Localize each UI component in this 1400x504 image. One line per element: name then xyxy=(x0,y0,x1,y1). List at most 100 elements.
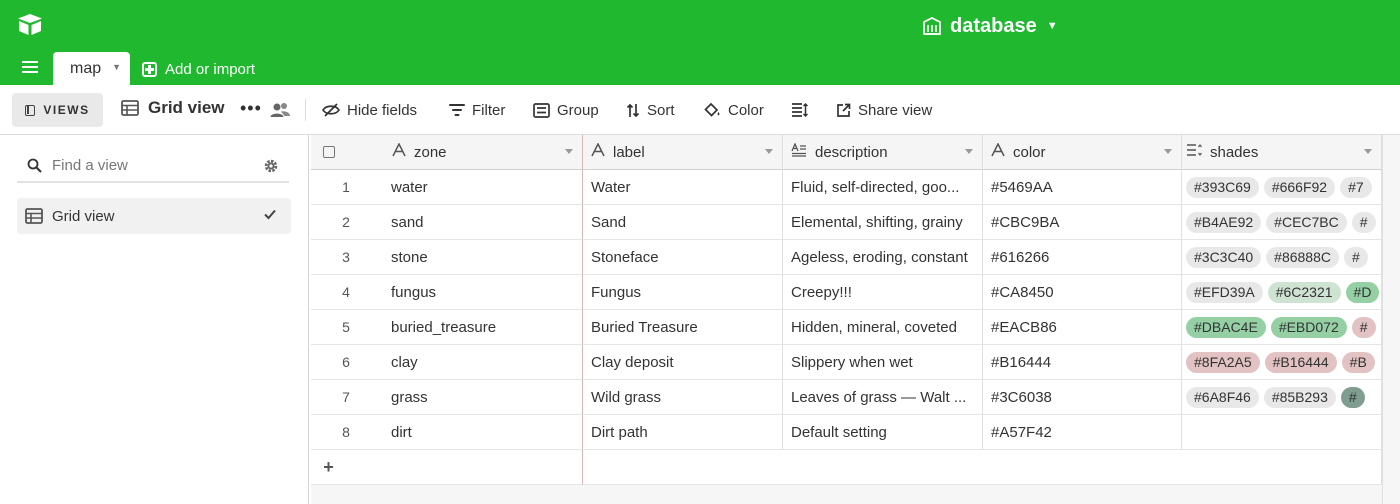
cell-label[interactable]: Dirt path xyxy=(583,415,783,450)
add-row-filler[interactable] xyxy=(583,450,1382,485)
cell-description[interactable]: Fluid, self-directed, goo... xyxy=(783,170,983,205)
cell-color[interactable]: #CA8450 xyxy=(983,275,1182,310)
cell-description[interactable]: Default setting xyxy=(783,415,983,450)
shade-tag: #CEC7BC xyxy=(1266,211,1347,233)
cell-label[interactable]: Clay deposit xyxy=(583,345,783,380)
table-row[interactable]: 8 dirt Dirt path Default setting #A57F42 xyxy=(311,415,1382,450)
add-or-import-button[interactable]: Add or import xyxy=(142,58,255,80)
row-height-button[interactable] xyxy=(791,98,808,122)
shade-tag: # xyxy=(1340,386,1365,408)
column-header-label: color xyxy=(991,142,1046,161)
chevron-down-icon[interactable] xyxy=(1364,149,1372,154)
search-icon xyxy=(27,158,42,173)
cell-description[interactable]: Slippery when wet xyxy=(783,345,983,380)
description-value: Leaves of grass — Walt ... xyxy=(791,388,967,406)
hamburger-menu-icon[interactable] xyxy=(22,60,38,74)
label-value: Wild grass xyxy=(591,388,662,406)
shade-tag: #6A8F46 xyxy=(1186,386,1259,408)
cell-zone[interactable]: 3 stone xyxy=(311,240,583,275)
chevron-down-icon[interactable] xyxy=(565,149,573,154)
current-view-name[interactable]: Grid view xyxy=(121,98,225,118)
cell-shades[interactable]: #B4AE92 #CEC7BC # xyxy=(1182,205,1382,240)
select-all-checkbox[interactable] xyxy=(323,146,335,158)
view-toolbar: VIEWS Grid view ••• Hide fields Filter G… xyxy=(0,85,1400,135)
table-row[interactable]: 2 sand Sand Elemental, shifting, grainy #CBC… xyxy=(311,205,1382,240)
chevron-down-icon[interactable] xyxy=(765,149,773,154)
cell-zone[interactable]: 2 sand xyxy=(311,205,583,240)
group-button[interactable]: Group xyxy=(533,98,599,122)
add-record-button[interactable]: + xyxy=(311,450,583,485)
cell-description[interactable]: Creepy!!! xyxy=(783,275,983,310)
cell-zone[interactable]: 6 clay xyxy=(311,345,583,380)
cell-zone[interactable]: 1 water xyxy=(311,170,583,205)
cell-description[interactable]: Leaves of grass — Walt ... xyxy=(783,380,983,415)
cell-shades[interactable]: #8FA2A5 #B16444 #B xyxy=(1182,345,1382,380)
tab-map[interactable]: map ▼ xyxy=(53,52,130,85)
cell-color[interactable]: #5469AA xyxy=(983,170,1182,205)
column-header-shades[interactable]: shades xyxy=(1182,135,1382,170)
cell-color[interactable]: #3C6038 xyxy=(983,380,1182,415)
long-text-field-icon xyxy=(791,142,807,161)
cell-shades[interactable]: #393C69 #666F92 #7 xyxy=(1182,170,1382,205)
cell-label[interactable]: Wild grass xyxy=(583,380,783,415)
color-button[interactable]: Color xyxy=(704,98,764,122)
cell-label[interactable]: Stoneface xyxy=(583,240,783,275)
column-header-description[interactable]: description xyxy=(783,135,983,170)
cell-zone[interactable]: 5 buried_treasure xyxy=(311,310,583,345)
share-view-button[interactable]: Share view xyxy=(836,98,932,122)
sort-icon xyxy=(626,103,640,117)
airtable-logo-icon[interactable] xyxy=(16,13,44,37)
cell-label[interactable]: Fungus xyxy=(583,275,783,310)
color-value: #616266 xyxy=(991,248,1050,266)
cell-description[interactable]: Ageless, eroding, constant xyxy=(783,240,983,275)
group-label: Group xyxy=(557,101,599,119)
cell-shades[interactable]: #6A8F46 #85B293 # xyxy=(1182,380,1382,415)
filter-button[interactable]: Filter xyxy=(449,98,505,122)
cell-description[interactable]: Hidden, mineral, coveted xyxy=(783,310,983,345)
row-number: 8 xyxy=(342,424,350,440)
cell-label[interactable]: Water xyxy=(583,170,783,205)
column-header-color[interactable]: color xyxy=(983,135,1182,170)
cell-label[interactable]: Sand xyxy=(583,205,783,240)
cell-color[interactable]: #A57F42 xyxy=(983,415,1182,450)
find-view-input[interactable] xyxy=(52,156,252,174)
row-height-icon xyxy=(792,102,808,118)
cell-shades[interactable]: #EFD39A #6C2321 #D xyxy=(1182,275,1382,310)
zone-value: dirt xyxy=(391,423,412,441)
cell-shades[interactable]: #DBAC4E #EBD072 # xyxy=(1182,310,1382,345)
cell-zone[interactable]: 4 fungus xyxy=(311,275,583,310)
checkmark-icon xyxy=(264,209,276,220)
base-title[interactable]: database ▼ xyxy=(922,13,1058,39)
gear-icon[interactable] xyxy=(263,158,279,174)
column-name: shades xyxy=(1210,143,1259,161)
sort-button[interactable]: Sort xyxy=(626,98,675,122)
color-value: #3C6038 xyxy=(991,388,1052,406)
collaborators-icon[interactable] xyxy=(269,100,291,120)
cell-description[interactable]: Elemental, shifting, grainy xyxy=(783,205,983,240)
table-row[interactable]: 3 stone Stoneface Ageless, eroding, constan… xyxy=(311,240,1382,275)
cell-color[interactable]: #CBC9BA xyxy=(983,205,1182,240)
chevron-down-icon[interactable] xyxy=(965,149,973,154)
table-row[interactable]: 7 grass Wild grass Leaves of grass — Walt .… xyxy=(311,380,1382,415)
cell-zone[interactable]: 8 dirt xyxy=(311,415,583,450)
hide-fields-button[interactable]: Hide fields xyxy=(322,98,417,122)
column-header-label[interactable]: label xyxy=(583,135,783,170)
table-row[interactable]: 5 buried_treasure Buried Treasure Hidden, m… xyxy=(311,310,1382,345)
chevron-down-icon[interactable]: ▼ xyxy=(112,62,121,72)
table-row[interactable]: 6 clay Clay deposit Slippery when wet #B1644… xyxy=(311,345,1382,380)
sidebar-item-grid-view[interactable]: Grid view xyxy=(17,198,291,234)
cell-color[interactable]: #616266 xyxy=(983,240,1182,275)
shade-tag: # xyxy=(1351,316,1376,338)
cell-shades[interactable] xyxy=(1182,415,1382,450)
views-toggle-button[interactable]: VIEWS xyxy=(12,93,103,127)
cell-color[interactable]: #B16444 xyxy=(983,345,1182,380)
cell-zone[interactable]: 7 grass xyxy=(311,380,583,415)
cell-color[interactable]: #EACB86 xyxy=(983,310,1182,345)
column-header-zone[interactable]: zone xyxy=(311,135,583,170)
table-row[interactable]: 4 fungus Fungus Creepy!!! #CA8450 #EFD39A #6C2… xyxy=(311,275,1382,310)
chevron-down-icon[interactable] xyxy=(1164,149,1172,154)
cell-shades[interactable]: #3C3C40 #86888C # xyxy=(1182,240,1382,275)
cell-label[interactable]: Buried Treasure xyxy=(583,310,783,345)
table-row[interactable]: 1 water Water Fluid, self-directed, goo... #… xyxy=(311,170,1382,205)
more-options-icon[interactable]: ••• xyxy=(240,99,262,117)
